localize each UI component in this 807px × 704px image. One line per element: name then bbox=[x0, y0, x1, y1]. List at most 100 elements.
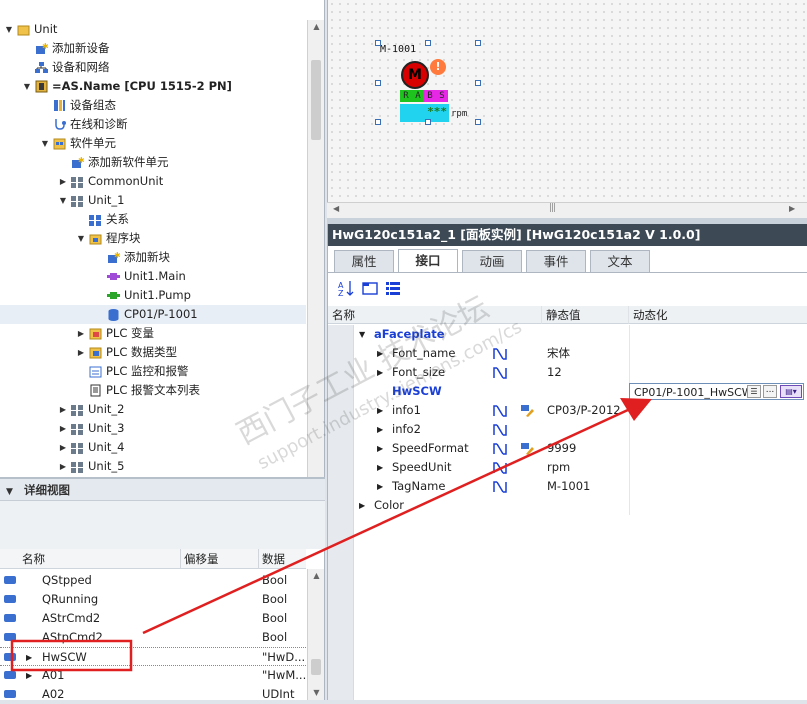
collapse-icon[interactable]: ▼ bbox=[6, 481, 20, 503]
static-value[interactable]: CP03/P-2012 bbox=[547, 401, 621, 420]
tree-item[interactable]: 关系 bbox=[0, 210, 306, 229]
expand-icon[interactable]: ▶ bbox=[377, 401, 383, 420]
selection-handle[interactable] bbox=[475, 119, 481, 125]
collapse-icon[interactable]: ▼ bbox=[4, 20, 14, 39]
table-row[interactable]: AStpCmd2 Bool bbox=[0, 628, 306, 647]
property-row[interactable]: ▼ aFaceplate bbox=[328, 325, 807, 344]
tree-item[interactable]: ▶ Unit_3 bbox=[0, 419, 306, 438]
property-row[interactable]: ▶ info1 CP03/P-2012 bbox=[328, 401, 807, 420]
expand-icon[interactable]: ▶ bbox=[377, 344, 383, 363]
expand-icon[interactable]: ▶ bbox=[377, 458, 383, 477]
tab-1[interactable]: 接口 bbox=[398, 249, 458, 273]
tree-item[interactable]: 在线和诊断 bbox=[0, 115, 306, 134]
table-row[interactable]: QStpped Bool bbox=[0, 571, 306, 590]
column-data[interactable]: 数据 bbox=[258, 549, 285, 569]
tree-item[interactable]: ▶ PLC 数据类型 bbox=[0, 343, 306, 362]
column-dynamization[interactable]: 动态化 bbox=[629, 306, 807, 324]
expand-icon[interactable]: ▶ bbox=[377, 439, 383, 458]
tree-item[interactable]: CP01/P-1001 bbox=[0, 305, 306, 324]
tree-item[interactable]: ▼ Unit bbox=[0, 20, 306, 39]
collapse-icon[interactable]: ▼ bbox=[58, 191, 68, 210]
dynamization-field[interactable]: CP01/P-1001_HwSCW ☰... ▤▾ bbox=[629, 383, 804, 400]
tree-item[interactable]: ▶ Unit_4 bbox=[0, 438, 306, 457]
property-row[interactable]: HwSCW CP01/P-1001_HwSCW ☰... ▤▾ bbox=[328, 382, 807, 401]
dynamic-link-icon[interactable] bbox=[493, 480, 507, 493]
table-row[interactable]: ▶ A01 "HwM... bbox=[0, 666, 306, 685]
tree-item[interactable]: 设备和网络 bbox=[0, 58, 306, 77]
tab-3[interactable]: 事件 bbox=[526, 250, 586, 272]
tree-item[interactable]: Unit1.Pump bbox=[0, 286, 306, 305]
motor-icon[interactable]: M bbox=[401, 61, 429, 89]
column-name[interactable]: 名称 bbox=[22, 549, 45, 569]
property-row[interactable]: ▶ SpeedFormat 9999 bbox=[328, 439, 807, 458]
static-value[interactable]: 9999 bbox=[547, 439, 576, 458]
collapse-icon[interactable]: ▼ bbox=[76, 229, 86, 248]
tree-item[interactable]: ✱ 添加新设备 bbox=[0, 39, 306, 58]
dynamic-link-icon[interactable] bbox=[493, 461, 507, 474]
expand-icon[interactable]: ▶ bbox=[58, 172, 68, 191]
static-value[interactable]: 宋体 bbox=[547, 344, 570, 363]
static-value[interactable]: 12 bbox=[547, 363, 562, 382]
property-row[interactable]: ▶ TagName M-1001 bbox=[328, 477, 807, 496]
column-name[interactable]: 名称 bbox=[328, 306, 542, 324]
collapse-icon[interactable]: ▼ bbox=[40, 134, 50, 153]
detail-scrollbar[interactable]: ▲ ▼ bbox=[307, 569, 324, 700]
selection-handle[interactable] bbox=[375, 80, 381, 86]
selection-handle[interactable] bbox=[475, 40, 481, 46]
faceplate-canvas[interactable]: M-1001 M ! R A B S *** rpm bbox=[327, 0, 807, 202]
static-value[interactable]: rpm bbox=[547, 458, 570, 477]
tree-item[interactable]: ✱ 添加新软件单元 bbox=[0, 153, 306, 172]
detail-view-header[interactable]: ▼ 详细视图 bbox=[0, 477, 325, 501]
table-row[interactable]: A02 UDInt bbox=[0, 685, 306, 704]
expand-icon[interactable]: ▶ bbox=[58, 457, 68, 476]
tree-item[interactable]: ✱ 添加新块 bbox=[0, 248, 306, 267]
column-offset[interactable]: 偏移量 bbox=[180, 549, 219, 569]
tab-4[interactable]: 文本 bbox=[590, 250, 650, 272]
tree-item[interactable]: Unit1.Main bbox=[0, 267, 306, 286]
expand-icon[interactable]: ▶ bbox=[377, 477, 383, 496]
table-row[interactable]: QRunning Bool bbox=[0, 590, 306, 609]
expand-icon[interactable]: ▶ bbox=[58, 438, 68, 457]
expand-icon[interactable]: ▶ bbox=[377, 363, 383, 382]
tag-dropdown-icon[interactable]: ▤▾ bbox=[780, 385, 802, 398]
collapse-icon[interactable]: ▼ bbox=[359, 325, 365, 344]
expand-icon[interactable]: ▶ bbox=[377, 420, 383, 439]
selection-handle[interactable] bbox=[425, 40, 431, 46]
selection-handle[interactable] bbox=[375, 40, 381, 46]
tree-item[interactable]: ▼ 程序块 bbox=[0, 229, 306, 248]
tree-item[interactable]: ▼ 软件单元 bbox=[0, 134, 306, 153]
tree-item[interactable]: ▼ Unit_1 bbox=[0, 191, 306, 210]
edit-icon[interactable] bbox=[520, 442, 534, 455]
property-row[interactable]: ▶ Font_size 12 bbox=[328, 363, 807, 382]
tree-item[interactable]: ▶ CommonUnit bbox=[0, 172, 306, 191]
selection-handle[interactable] bbox=[425, 119, 431, 125]
property-row[interactable]: ▶ SpeedUnit rpm bbox=[328, 458, 807, 477]
dynamic-link-icon[interactable] bbox=[493, 423, 507, 436]
selection-handle[interactable] bbox=[475, 80, 481, 86]
tree-item[interactable]: 设备组态 bbox=[0, 96, 306, 115]
tag-label[interactable]: M-1001 bbox=[380, 44, 430, 56]
tree-item[interactable]: PLC 报警文本列表 bbox=[0, 381, 306, 400]
dynamic-link-icon[interactable] bbox=[493, 442, 507, 455]
browse-button[interactable]: ... bbox=[763, 385, 777, 398]
canvas-hscrollbar[interactable]: ◀ ||| ▶ bbox=[327, 202, 807, 218]
tree-item[interactable]: ▶ PLC 变量 bbox=[0, 324, 306, 343]
expand-icon[interactable]: ▶ bbox=[26, 666, 32, 685]
column-static-value[interactable]: 静态值 bbox=[542, 306, 629, 324]
static-value[interactable]: M-1001 bbox=[547, 477, 590, 496]
tree-item[interactable]: ▶ Unit_2 bbox=[0, 400, 306, 419]
tab-2[interactable]: 动画 bbox=[462, 250, 522, 272]
table-row[interactable]: ▶ HwSCW "HwD... bbox=[0, 647, 306, 666]
tree-item[interactable]: ▶ Unit_5 bbox=[0, 457, 306, 476]
expand-icon[interactable]: ▶ bbox=[58, 419, 68, 438]
edit-icon[interactable] bbox=[520, 404, 534, 417]
list-icon[interactable]: ☰ bbox=[747, 385, 761, 398]
expand-icon[interactable]: ▶ bbox=[76, 324, 86, 343]
tree-scrollbar[interactable]: ▲ bbox=[307, 20, 324, 477]
property-row[interactable]: ▶ info2 bbox=[328, 420, 807, 439]
sort-az-icon[interactable]: AZ bbox=[338, 279, 356, 297]
dynamic-link-icon[interactable] bbox=[493, 347, 507, 360]
expand-icon[interactable]: ▶ bbox=[359, 496, 365, 515]
dynamic-link-icon[interactable] bbox=[493, 404, 507, 417]
tree-item[interactable]: PLC 监控和报警 bbox=[0, 362, 306, 381]
